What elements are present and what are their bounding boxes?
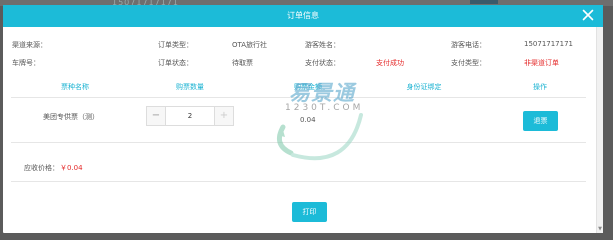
watermark-domain: 1230T.COM xyxy=(285,103,364,113)
pay-status-label: 支付状态： xyxy=(305,59,340,67)
header-ticket-name: 票种名称 xyxy=(61,83,89,91)
header-amount: 购票金额 xyxy=(294,83,322,91)
receivable-label: 应收价格： xyxy=(24,164,59,172)
table-divider xyxy=(11,97,586,98)
print-button[interactable]: 打印 xyxy=(292,202,327,222)
ticket-table-header: 票种名称 购票数量 购票金额 身份证绑定 操作 xyxy=(11,82,586,94)
row-divider xyxy=(11,142,586,143)
quantity-input[interactable] xyxy=(166,108,214,124)
visitor-phone-label: 游客电话： xyxy=(451,41,486,49)
scrollbar[interactable]: ▼ xyxy=(596,27,603,233)
pay-status-value: 支付成功 xyxy=(376,59,404,67)
order-status-label: 订单状态： xyxy=(158,59,193,67)
info-row-1: 渠道来源： 订单类型： OTA旅行社 游客姓名： 游客电话： 150717171… xyxy=(3,40,595,50)
modal-header: 订单信息 xyxy=(3,5,603,27)
header-quantity: 购票数量 xyxy=(176,83,204,91)
header-id-binding: 身份证绑定 xyxy=(406,83,442,91)
increment-button[interactable]: + xyxy=(214,107,233,125)
order-type-value: OTA旅行社 xyxy=(232,41,268,49)
pay-type-value: 非渠道订单 xyxy=(524,59,559,67)
quantity-stepper[interactable]: − + xyxy=(146,106,234,126)
receivable-value: ￥0.04 xyxy=(60,164,83,172)
ticket-name-cell: 美团专供票（测） xyxy=(43,113,99,121)
refund-button[interactable]: 退票 xyxy=(523,111,558,131)
modal-title: 订单信息 xyxy=(287,11,319,20)
footer-divider xyxy=(11,181,586,182)
visitor-phone-value: 15071717171 xyxy=(524,40,573,48)
plate-label: 车牌号： xyxy=(12,59,40,67)
order-status-value: 待取票 xyxy=(232,59,253,67)
visitor-name-label: 游客姓名： xyxy=(305,41,340,49)
header-action: 操作 xyxy=(533,83,547,91)
decrement-button[interactable]: − xyxy=(147,107,166,125)
scroll-down-icon[interactable]: ▼ xyxy=(598,227,602,232)
backdrop-search-button xyxy=(470,0,498,4)
info-row-2: 车牌号： 订单状态： 待取票 支付状态： 支付成功 支付类型： 非渠道订单 xyxy=(3,58,595,68)
close-icon[interactable] xyxy=(582,9,594,21)
pay-type-label: 支付类型： xyxy=(451,59,486,67)
order-type-label: 订单类型： xyxy=(158,41,193,49)
channel-label: 渠道来源： xyxy=(12,41,47,49)
order-info-modal: 订单信息 渠道来源： 订单类型： OTA旅行社 游客姓名： 游客电话： 1507… xyxy=(3,5,603,233)
amount-cell: 0.04 xyxy=(300,116,316,124)
